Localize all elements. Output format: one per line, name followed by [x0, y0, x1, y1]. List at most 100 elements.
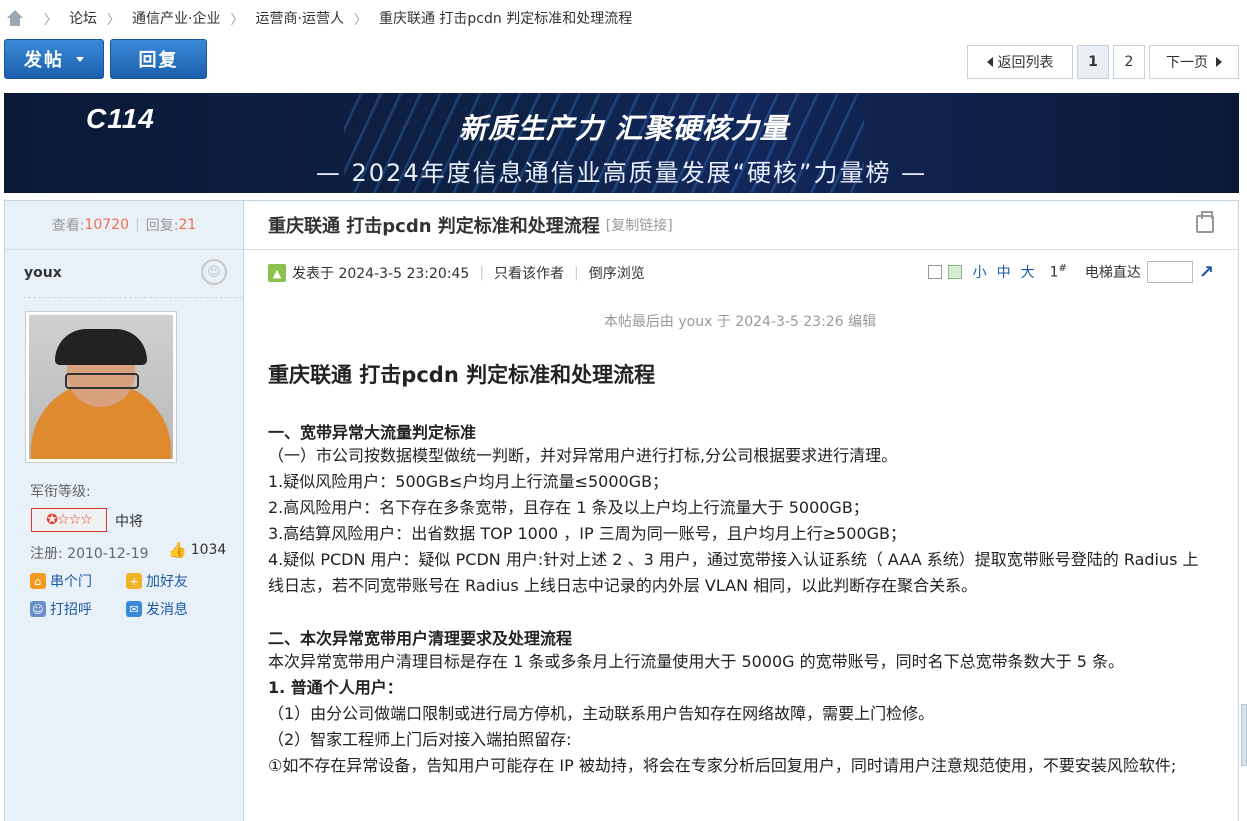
chevron-right-icon: 〉 [353, 12, 367, 28]
next-page-label: 下一页 [1166, 55, 1208, 71]
section-2-line: （1）由分公司做端口限制或进行局方停机，主动联系用户告知存在网络故障，需要上门检… [268, 704, 935, 723]
breadcrumb-industry[interactable]: 通信产业·企业 [132, 8, 220, 28]
article-title: 重庆联通 打击pcdn 判定标准和处理流程 [268, 363, 656, 387]
home-icon[interactable] [6, 10, 24, 26]
house-icon: ⌂ [30, 573, 46, 589]
copy-link-button[interactable]: [复制链接] [606, 215, 673, 235]
views-label: 查看: [51, 218, 85, 234]
jump-floor-input[interactable] [1146, 261, 1193, 283]
section-2-line: ①如不存在异常设备，告知用户可能存在 IP 被劫持，将会在专家分析后回复用户，同… [268, 756, 1177, 775]
author-sidebar: 查看: 10720 | 回复: 21 youx ☺ 军衔等级: ✪☆☆☆ 中将 … [4, 200, 244, 821]
banner-subtitle: — 2024年度信息通信业高质量发展“硬核”力量榜 — [315, 159, 928, 187]
section-1-line: 1.疑似风险用户：500GB≤户均月上行流量≤5000GB； [268, 472, 669, 491]
floor-number: 1# [1050, 263, 1067, 281]
back-to-list-label: 返回列表 [997, 55, 1054, 71]
replies-label: 回复: [145, 218, 179, 234]
breadcrumb-forum[interactable]: 论坛 [69, 8, 97, 28]
online-icon: ▲ [268, 264, 286, 282]
greet-button[interactable]: ☺ 打招呼 [30, 599, 126, 619]
page-2-button[interactable]: 2 [1113, 45, 1145, 79]
envelope-icon: ✉ [126, 601, 142, 617]
section-2-title: 二、本次异常宽带用户清理要求及处理流程 [268, 629, 573, 648]
avatar-glasses [65, 373, 139, 389]
rank-stars-icon: ✪☆☆☆ [46, 512, 92, 528]
thread-title: 重庆联通 打击pcdn 判定标准和处理流程 [268, 216, 600, 237]
author-actions: ⌂ 串个门 + 加好友 ☺ 打招呼 ✉ 发消息 [30, 571, 230, 627]
avatar-cap [55, 329, 147, 365]
post-meta: ▲ 发表于 2024-3-5 23:20:45 | 只看该作者 | 倒序浏览 [268, 263, 645, 283]
font-medium-button[interactable]: 中 [997, 262, 1011, 282]
post-button[interactable]: 发帖 [4, 39, 104, 79]
section-1-line: 4.疑似 PCDN 用户：疑似 PCDN 用户:针对上述 2 、3 用户，通过宽… [268, 550, 1199, 595]
avatar-image [29, 315, 173, 459]
thread-stats: 查看: 10720 | 回复: 21 [5, 201, 243, 250]
author-only-link[interactable]: 只看该作者 [494, 263, 564, 283]
visit-label: 串个门 [50, 574, 92, 590]
views-count: 10720 [84, 217, 129, 233]
pager: 返回列表 1 2 下一页 [967, 45, 1239, 79]
replies-count: 21 [178, 217, 197, 233]
reply-button[interactable]: 回复 [110, 39, 207, 79]
chevron-right-icon: 〉 [107, 12, 121, 28]
section-2-intro: 本次异常宽带用户清理目标是存在 1 条或多条月上行流量使用大于 5000G 的宽… [268, 652, 1124, 671]
section-2-line: （2）智家工程师上门后对接入端拍照留存: [268, 730, 572, 749]
divider [23, 297, 243, 298]
rank-label: 军衔等级: [30, 484, 91, 500]
rank-badge: ✪☆☆☆ [31, 508, 107, 532]
likes-count: 1034 [190, 542, 227, 558]
edit-note: 本帖最后由 youx 于 2024-3-5 23:26 编辑 [603, 314, 877, 330]
font-small-button[interactable]: 小 [973, 262, 987, 282]
chevron-right-icon: 〉 [230, 12, 244, 28]
author-username[interactable]: youx [24, 265, 62, 281]
stats-divider: | [135, 217, 140, 233]
register-date: 注册: 2010-12-19 [30, 546, 149, 562]
banner-slogan: 新质生产力 汇聚硬核力量 [459, 112, 789, 145]
ad-banner[interactable]: C114 新质生产力 汇聚硬核力量 — 2024年度信息通信业高质量发展“硬核”… [4, 93, 1239, 193]
send-message-label: 发消息 [146, 602, 188, 618]
rank-name: 中将 [115, 514, 143, 530]
visit-button[interactable]: ⌂ 串个门 [30, 571, 126, 591]
chevron-right-icon [1216, 57, 1222, 67]
meta-divider: | [574, 265, 579, 281]
greet-label: 打招呼 [50, 602, 92, 618]
thread-header: 重庆联通 打击pcdn 判定标准和处理流程 [复制链接] [244, 201, 1238, 250]
next-page-button[interactable]: 下一页 [1149, 45, 1239, 79]
jump-label: 电梯直达 [1084, 265, 1141, 281]
section-1-line: （一）市公司按数据模型做统一判断，并对异常用户进行打标,分公司根据要求进行清理。 [268, 446, 898, 465]
post-main: 重庆联通 打击pcdn 判定标准和处理流程 [复制链接] ▲ 发表于 2024-… [244, 200, 1239, 821]
reverse-order-link[interactable]: 倒序浏览 [589, 263, 645, 283]
post-time: 发表于 2024-3-5 23:20:45 [292, 266, 470, 282]
reply-button-label: 回复 [138, 50, 179, 71]
add-friend-button[interactable]: + 加好友 [126, 571, 222, 591]
jump-arrow-icon[interactable]: ↗ [1199, 262, 1214, 283]
likes: 👍 1034 [168, 541, 226, 559]
bg-green-toggle[interactable] [947, 265, 962, 279]
section-2-subheading: 1. 普通个人用户： [268, 678, 403, 697]
bg-white-toggle[interactable] [927, 265, 942, 279]
chevron-right-icon: 〉 [44, 12, 58, 28]
floor-value: 1 [1049, 264, 1059, 281]
side-scroll-handle[interactable] [1241, 704, 1247, 766]
post-content: 本帖最后由 youx 于 2024-3-5 23:26 编辑 重庆联通 打击pc… [268, 311, 1212, 779]
floor-mark: # [1058, 263, 1067, 275]
thumbs-up-icon: 👍 [168, 541, 187, 559]
font-large-button[interactable]: 大 [1021, 262, 1035, 282]
c114-logo: C114 [86, 103, 155, 134]
chevron-down-icon [76, 56, 84, 62]
breadcrumb-thread[interactable]: 重庆联通 打击pcdn 判定标准和处理流程 [379, 8, 632, 28]
offline-status-icon: ☺ [201, 259, 227, 285]
chevron-left-icon [986, 57, 993, 67]
add-friend-label: 加好友 [146, 574, 188, 590]
section-1-line: 3.高结算风险用户：出省数据 TOP 1000 ，IP 三周为同一账号，且户均月… [268, 524, 907, 543]
add-friend-icon: + [126, 573, 142, 589]
breadcrumb-operators[interactable]: 运营商·运营人 [256, 8, 344, 28]
send-message-button[interactable]: ✉ 发消息 [126, 599, 222, 619]
back-to-list-button[interactable]: 返回列表 [967, 45, 1073, 79]
meta-divider: | [479, 265, 485, 281]
section-1-title: 一、宽带异常大流量判定标准 [268, 423, 477, 442]
greet-icon: ☺ [30, 601, 46, 617]
page-1-button[interactable]: 1 [1077, 45, 1109, 79]
print-icon[interactable] [1196, 211, 1214, 233]
post-tools: 小 中 大 1# 电梯直达 ↗ [927, 261, 1214, 283]
avatar[interactable] [25, 311, 177, 463]
